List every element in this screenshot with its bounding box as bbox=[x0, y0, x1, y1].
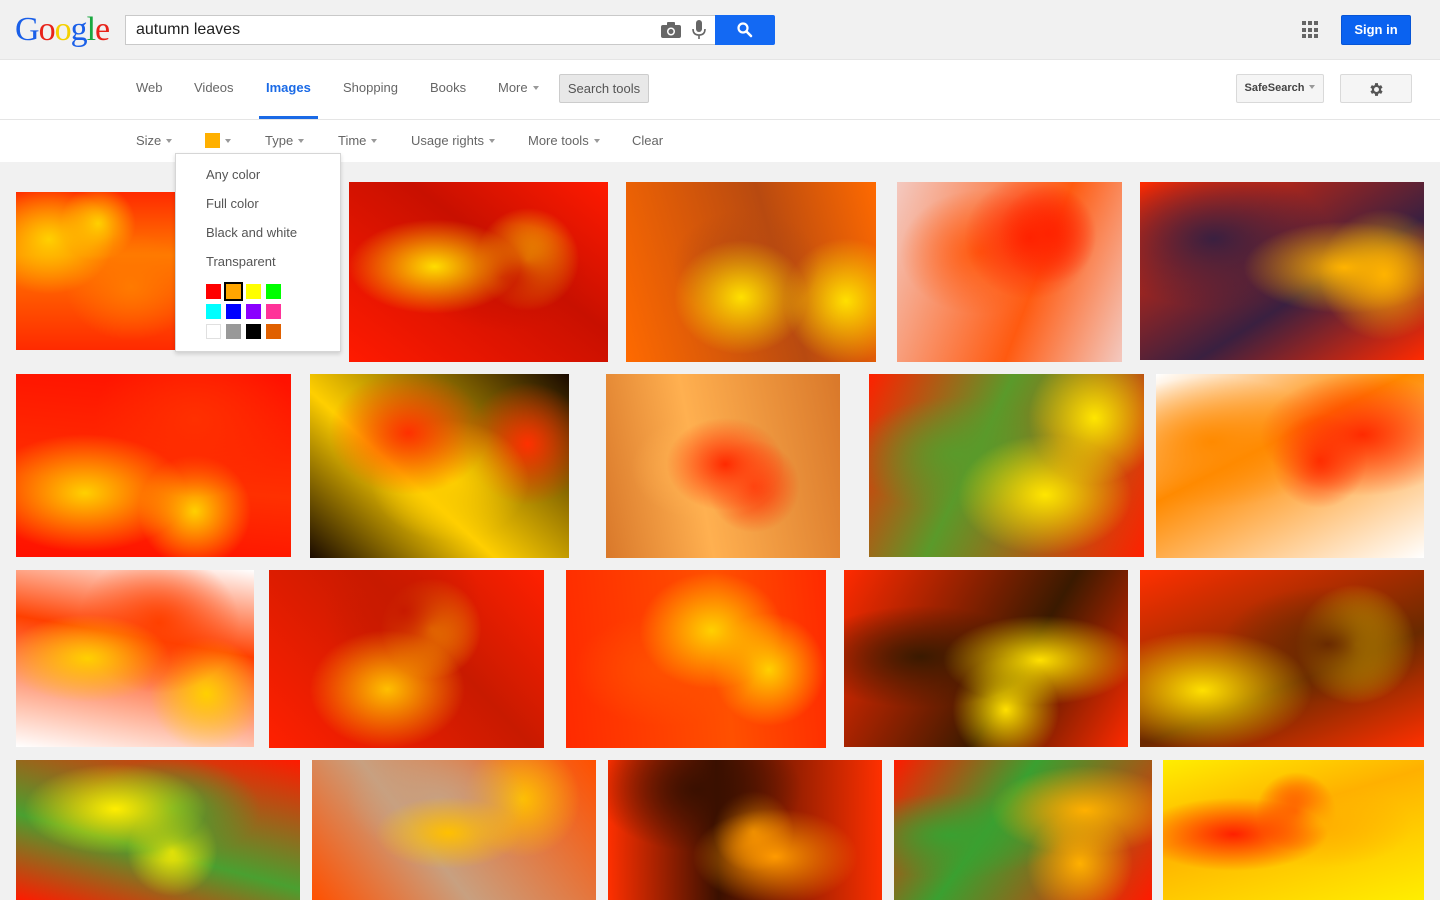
tab-label: Shopping bbox=[343, 80, 398, 95]
safesearch-button[interactable]: SafeSearch bbox=[1236, 74, 1324, 103]
caret-down-icon bbox=[225, 138, 231, 143]
caret-down-icon bbox=[298, 138, 305, 143]
image-result-thumbnail[interactable] bbox=[869, 374, 1144, 557]
tool-label: Type bbox=[265, 133, 294, 148]
color-swatch-red[interactable] bbox=[206, 284, 221, 299]
nav-bar: Web Videos Images Shopping Books More Se… bbox=[0, 60, 1440, 120]
color-swatch-black[interactable] bbox=[246, 324, 261, 339]
logo-letter: g bbox=[70, 11, 88, 48]
logo-letter: G bbox=[15, 11, 40, 48]
color-swatch-brown[interactable] bbox=[266, 324, 281, 339]
tab-label: Videos bbox=[194, 80, 234, 95]
logo-letter: l bbox=[86, 11, 97, 48]
tool-label: Time bbox=[338, 133, 367, 148]
image-result-thumbnail[interactable] bbox=[844, 570, 1128, 747]
tab-web[interactable]: Web bbox=[136, 60, 163, 119]
caret-down-icon bbox=[166, 138, 173, 143]
color-option-transparent[interactable]: Transparent bbox=[206, 254, 276, 269]
search-icon bbox=[737, 22, 753, 38]
image-result-thumbnail[interactable] bbox=[312, 760, 596, 900]
tool-label: Usage rights bbox=[411, 133, 484, 148]
image-result-thumbnail[interactable] bbox=[16, 374, 291, 557]
image-result-thumbnail[interactable] bbox=[566, 570, 826, 748]
gear-icon bbox=[1370, 83, 1383, 96]
tab-more[interactable]: More bbox=[498, 60, 539, 119]
tool-time[interactable]: Time bbox=[338, 120, 378, 162]
color-swatch-purple[interactable] bbox=[246, 304, 261, 319]
image-result-thumbnail[interactable] bbox=[1163, 760, 1424, 900]
tool-more-tools[interactable]: More tools bbox=[528, 120, 600, 162]
tool-label: More tools bbox=[528, 133, 589, 148]
caret-down-icon bbox=[488, 138, 495, 143]
image-result-thumbnail[interactable] bbox=[349, 182, 608, 362]
color-option-full[interactable]: Full color bbox=[206, 196, 259, 211]
safesearch-label: SafeSearch bbox=[1244, 82, 1305, 94]
caret-down-icon bbox=[532, 85, 539, 90]
image-result-thumbnail[interactable] bbox=[16, 192, 180, 350]
tool-size[interactable]: Size bbox=[136, 120, 173, 162]
logo-letter: o bbox=[38, 11, 56, 48]
caret-down-icon bbox=[371, 138, 378, 143]
tab-label: Web bbox=[136, 80, 163, 95]
image-result-thumbnail[interactable] bbox=[894, 760, 1152, 900]
apps-grid-icon[interactable] bbox=[1302, 21, 1320, 39]
image-result-thumbnail[interactable] bbox=[310, 374, 569, 558]
logo-letter: o bbox=[54, 11, 72, 48]
search-button[interactable] bbox=[715, 15, 775, 45]
color-swatch-blue[interactable] bbox=[226, 304, 241, 319]
tab-shopping[interactable]: Shopping bbox=[343, 60, 398, 119]
camera-icon[interactable] bbox=[661, 22, 681, 38]
google-logo[interactable]: Google bbox=[15, 10, 110, 50]
selected-color-swatch bbox=[205, 133, 220, 149]
caret-down-icon bbox=[593, 138, 600, 143]
color-swatch-orange[interactable] bbox=[224, 282, 243, 301]
color-swatch-green[interactable] bbox=[266, 284, 281, 299]
color-swatch-gray[interactable] bbox=[226, 324, 241, 339]
image-result-thumbnail[interactable] bbox=[608, 760, 882, 900]
color-dropdown-menu: Any color Full color Black and white Tra… bbox=[175, 153, 341, 352]
tab-books[interactable]: Books bbox=[430, 60, 466, 119]
caret-down-icon bbox=[1309, 85, 1316, 90]
image-result-thumbnail[interactable] bbox=[269, 570, 544, 748]
color-option-any[interactable]: Any color bbox=[206, 167, 260, 182]
color-swatch-pink[interactable] bbox=[266, 304, 281, 319]
tab-images[interactable]: Images bbox=[259, 60, 318, 119]
image-result-thumbnail[interactable] bbox=[897, 182, 1122, 362]
image-result-thumbnail[interactable] bbox=[606, 374, 840, 558]
color-swatch-teal[interactable] bbox=[206, 304, 221, 319]
sign-in-button[interactable]: Sign in bbox=[1341, 15, 1411, 45]
microphone-icon[interactable] bbox=[692, 20, 706, 40]
logo-letter: e bbox=[95, 11, 110, 48]
search-box bbox=[125, 15, 715, 45]
color-swatch-grid bbox=[206, 282, 281, 339]
settings-button[interactable] bbox=[1340, 74, 1412, 103]
search-tools-button[interactable]: Search tools bbox=[559, 74, 649, 103]
color-swatch-white[interactable] bbox=[206, 324, 221, 339]
tool-clear[interactable]: Clear bbox=[632, 120, 663, 162]
tab-videos[interactable]: Videos bbox=[194, 60, 234, 119]
image-result-thumbnail[interactable] bbox=[1140, 570, 1424, 747]
tool-usage-rights[interactable]: Usage rights bbox=[411, 120, 495, 162]
color-swatch-yellow[interactable] bbox=[246, 284, 261, 299]
image-result-thumbnail[interactable] bbox=[626, 182, 876, 362]
tab-label: More bbox=[498, 80, 528, 95]
image-result-thumbnail[interactable] bbox=[1140, 182, 1424, 360]
tab-label: Images bbox=[266, 80, 311, 95]
search-input[interactable] bbox=[136, 16, 656, 44]
image-result-thumbnail[interactable] bbox=[16, 570, 254, 747]
image-result-thumbnail[interactable] bbox=[16, 760, 300, 900]
tab-label: Books bbox=[430, 80, 467, 95]
tool-label: Size bbox=[136, 133, 162, 148]
image-result-thumbnail[interactable] bbox=[1156, 374, 1424, 558]
color-option-black-white[interactable]: Black and white bbox=[206, 225, 297, 240]
top-bar: Google Sign in bbox=[0, 0, 1440, 60]
